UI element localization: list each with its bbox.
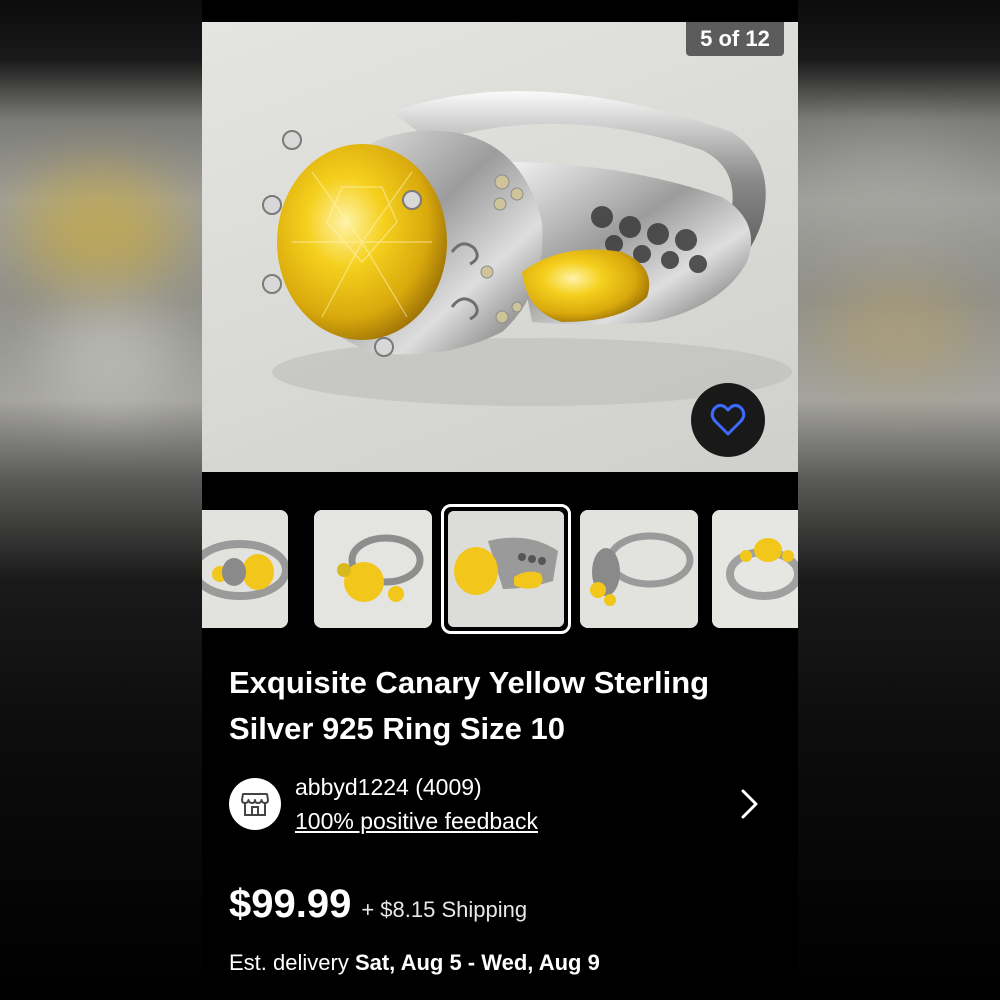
top-bar xyxy=(202,0,798,22)
listing-title: Exquisite Canary Yellow Sterling Silver … xyxy=(229,665,710,746)
thumbnail-image-frame xyxy=(448,511,564,627)
estimated-delivery: Est. delivery Sat, Aug 5 - Wed, Aug 9 xyxy=(229,950,600,976)
thumbnail-image xyxy=(202,510,288,628)
thumbnail-6[interactable] xyxy=(580,510,698,628)
product-image-main[interactable]: 5 of 12 xyxy=(202,22,798,472)
chevron-right-icon[interactable] xyxy=(734,786,764,822)
shipping-cost: + $8.15 Shipping xyxy=(361,897,528,922)
thumbnail-image xyxy=(448,511,564,627)
delivery-dates: Sat, Aug 5 - Wed, Aug 9 xyxy=(354,950,600,975)
price: $99.99 xyxy=(229,882,352,926)
image-counter: 5 of 12 xyxy=(686,22,784,56)
backdrop-glow xyxy=(40,300,180,410)
price-row: $99.99 + $8.15 Shipping xyxy=(229,882,774,938)
seller-row[interactable]: abbyd1224 (4009) 100% positive feedback xyxy=(229,772,774,836)
backdrop-glow xyxy=(808,140,978,250)
seller-name[interactable]: abbyd1224 (4009) xyxy=(295,774,482,801)
favorite-button[interactable] xyxy=(691,383,765,457)
thumbnail-3[interactable] xyxy=(314,510,432,628)
thumbnail-5-selected[interactable] xyxy=(441,504,571,634)
thumbnail-7[interactable] xyxy=(712,510,798,628)
listing-screen: 5 of 12 Exquisite Canary Yellow Sterling… xyxy=(202,0,798,1000)
delivery-label: Est. delivery xyxy=(229,950,355,975)
thumbnail-strip[interactable] xyxy=(202,502,798,634)
thumbnail-image xyxy=(580,510,698,628)
blurred-backdrop-right xyxy=(798,0,1000,1000)
store-icon xyxy=(241,793,269,816)
backdrop-glow xyxy=(20,170,180,290)
seller-avatar[interactable] xyxy=(229,778,281,830)
blurred-backdrop-left xyxy=(0,0,202,1000)
seller-feedback-link[interactable]: 100% positive feedback xyxy=(295,808,538,835)
thumbnail-image xyxy=(314,510,432,628)
backdrop-glow xyxy=(818,280,978,380)
heart-outline-icon xyxy=(710,403,746,436)
thumbnail-2[interactable] xyxy=(202,510,288,628)
thumbnail-image xyxy=(712,510,798,628)
